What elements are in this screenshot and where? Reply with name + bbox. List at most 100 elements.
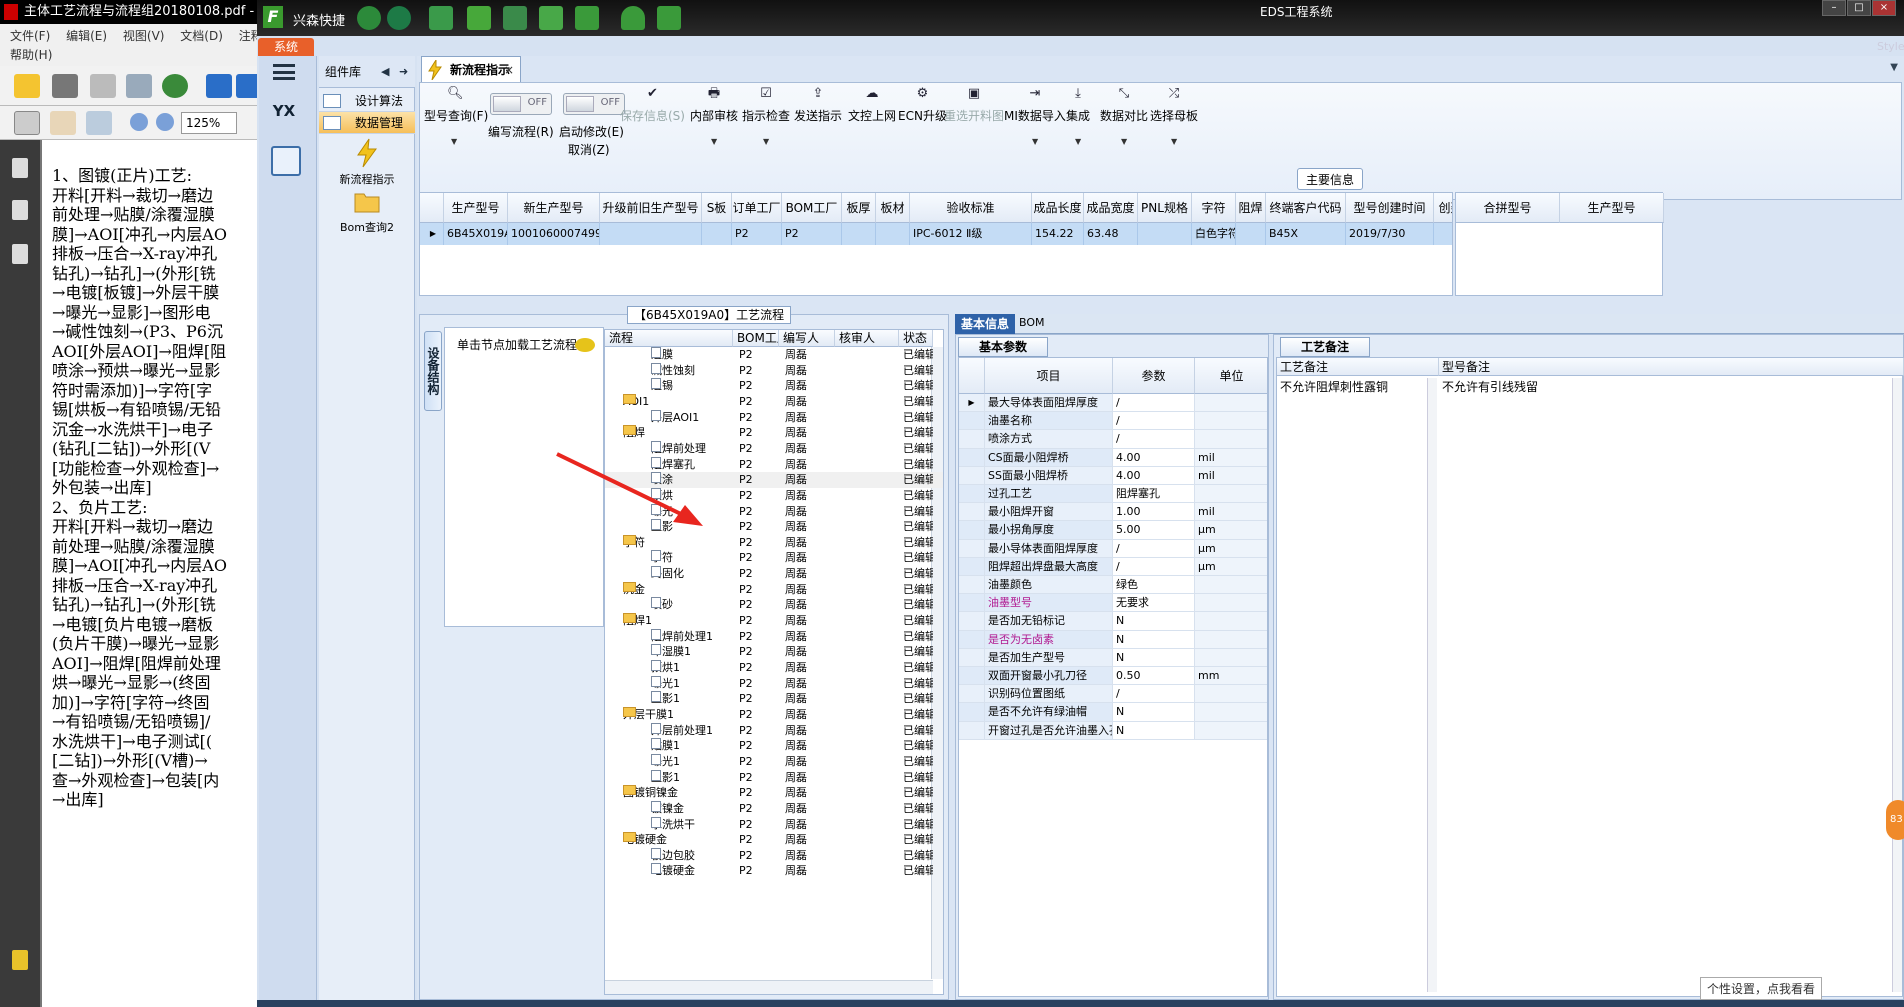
grid-header[interactable]: 字符 bbox=[1192, 193, 1236, 223]
user-icon[interactable] bbox=[621, 6, 645, 30]
grid-header[interactable]: 验收标准 bbox=[910, 193, 1032, 223]
tree-node[interactable]: 显影 P2 周磊 已编辑 bbox=[605, 519, 943, 535]
collapse-left-icon[interactable]: ◀ bbox=[381, 56, 389, 88]
param-row[interactable]: 是否为无卤素 N bbox=[959, 630, 1267, 649]
pdf-zoom-field[interactable]: 125% bbox=[181, 112, 237, 134]
tree-node[interactable]: 印湿膜1 P2 周磊 已编辑 bbox=[605, 644, 943, 660]
param-row[interactable]: 是否加生产型号 N bbox=[959, 648, 1267, 667]
table-icon[interactable] bbox=[429, 6, 453, 30]
grid-header[interactable]: BOM工厂 bbox=[782, 193, 842, 223]
tree-node[interactable]: 曝光1 P2 周磊 已编辑 bbox=[605, 753, 943, 770]
tree-node[interactable]: 贴膜1 P2 周磊 已编辑 bbox=[605, 738, 943, 754]
zoom-out-icon[interactable] bbox=[130, 113, 148, 131]
grid-header[interactable]: 升级前旧生产型号 bbox=[600, 193, 702, 223]
email-icon[interactable] bbox=[126, 74, 152, 98]
grid-cell[interactable]: B45X bbox=[1266, 223, 1346, 245]
tree-node[interactable]: 显影1 P2 周磊 已编辑 bbox=[605, 769, 943, 786]
note-scrollbar[interactable] bbox=[1427, 378, 1437, 992]
param-value[interactable]: N bbox=[1113, 721, 1195, 739]
param-row[interactable]: SS面最小阻焊桥 4.00 mil bbox=[959, 466, 1267, 485]
data-compare-button[interactable]: ⤡ 数据对比 ▼ bbox=[1100, 87, 1148, 147]
personalize-tooltip[interactable]: 个性设置，点我看看 bbox=[1700, 977, 1823, 1000]
tree-node[interactable]: 阻焊塞孔 P2 周磊 已编辑 bbox=[605, 456, 943, 473]
param-value[interactable]: / bbox=[1113, 430, 1195, 448]
tree-node[interactable]: 电镀硬金 P2 周磊 已编辑 bbox=[605, 863, 943, 879]
notification-badge[interactable]: 83 bbox=[1886, 800, 1904, 840]
param-value[interactable]: 4.00 bbox=[1113, 448, 1195, 466]
pages-icon[interactable] bbox=[12, 158, 28, 178]
param-value[interactable]: / bbox=[1113, 394, 1195, 412]
grid-header[interactable]: S板 bbox=[702, 193, 732, 223]
tree-node[interactable]: 预烘 P2 周磊 已编辑 bbox=[605, 487, 943, 504]
tree-header[interactable]: 状态 bbox=[899, 330, 933, 347]
integrate-button[interactable]: ⤓ 集成 ▼ bbox=[1066, 87, 1090, 147]
param-row[interactable]: 双面开窗最小孔刀径 0.50 mm bbox=[959, 667, 1267, 686]
param-value[interactable]: N bbox=[1113, 612, 1195, 630]
param-value[interactable]: / bbox=[1113, 412, 1195, 430]
grid-cell[interactable] bbox=[1138, 223, 1192, 245]
param-value[interactable]: / bbox=[1113, 685, 1195, 703]
param-row[interactable]: CS面最小阻焊桥 4.00 mil bbox=[959, 448, 1267, 467]
grid-cell[interactable]: IPC-6012 Ⅱ级 bbox=[910, 223, 1032, 245]
param-value[interactable]: 无要求 bbox=[1113, 594, 1195, 612]
grid-cell[interactable]: 2019/7/30 bbox=[1346, 223, 1434, 245]
model-query-button[interactable]: 🔍︎ 型号查询(F) ▼ bbox=[424, 87, 488, 147]
param-row[interactable]: 识别码位置图纸 / bbox=[959, 685, 1267, 704]
tree-node[interactable]: 板边包胶 P2 周磊 已编辑 bbox=[605, 847, 943, 864]
instruction-check-button[interactable]: ☑ 指示检查 ▼ bbox=[742, 87, 790, 147]
tree-header[interactable]: 流程 bbox=[605, 330, 733, 347]
grid-cell[interactable] bbox=[702, 223, 732, 245]
library-row-design[interactable]: 设计算法 bbox=[319, 90, 415, 112]
cancel-button[interactable]: 取消(Z) bbox=[568, 141, 610, 158]
param-row[interactable]: 是否不允许有绿油帽 N bbox=[959, 703, 1267, 722]
tree-node[interactable]: −电镀硬金 P2 周磊 已编辑 bbox=[605, 832, 943, 848]
tree-node[interactable]: −字符 P2 周磊 已编辑 bbox=[605, 534, 943, 551]
zoom-in-icon[interactable] bbox=[156, 113, 174, 131]
tree-node[interactable]: 显影1 P2 周磊 已编辑 bbox=[605, 691, 943, 707]
tab-basic-info[interactable]: 基本信息 bbox=[955, 314, 1015, 334]
tree-node[interactable]: −沉金 P2 周磊 已编辑 bbox=[605, 581, 943, 598]
param-row[interactable]: 油墨型号 无要求 bbox=[959, 594, 1267, 613]
tree-node[interactable]: 外层前处理1 P2 周磊 已编辑 bbox=[605, 722, 943, 739]
tab-new-flow[interactable]: 新流程指示 × bbox=[421, 56, 521, 82]
param-value[interactable]: 0.50 bbox=[1113, 667, 1195, 685]
tree-node[interactable]: 阻焊前处理 P2 周磊 已编辑 bbox=[605, 440, 943, 457]
grid-icon[interactable] bbox=[575, 6, 599, 30]
tree-node[interactable]: 预烘1 P2 周磊 已编辑 bbox=[605, 660, 943, 676]
tree-node[interactable]: −图镀铜镍金 P2 周磊 已编辑 bbox=[605, 785, 943, 801]
param-row[interactable]: 是否加无铅标记 N bbox=[959, 612, 1267, 631]
open-folder-icon[interactable] bbox=[14, 74, 40, 98]
horizontal-scrollbar[interactable] bbox=[605, 980, 933, 994]
grid-header[interactable]: 新生产型号 bbox=[508, 193, 600, 223]
tree-node[interactable]: −阻焊 P2 周磊 已编辑 bbox=[605, 425, 943, 441]
tree-header[interactable]: 编写人 bbox=[779, 330, 835, 347]
param-row[interactable]: 最小阻焊开窗 1.00 mil bbox=[959, 503, 1267, 522]
tree-node[interactable]: 外层AOI1 P2 周磊 已编辑 bbox=[605, 409, 943, 426]
grid-cell[interactable]: 6B45X019A0 bbox=[444, 223, 508, 245]
doc-control-upload-button[interactable]: ☁ 文控上网 bbox=[848, 87, 896, 124]
save-icon[interactable] bbox=[90, 74, 116, 98]
library-row-data[interactable]: 数据管理 bbox=[319, 112, 415, 134]
globe-icon[interactable] bbox=[387, 6, 411, 30]
comments-icon[interactable] bbox=[12, 950, 28, 970]
grid-cell[interactable]: P2 bbox=[732, 223, 782, 245]
close-button[interactable]: × bbox=[1872, 0, 1896, 16]
pin-icon[interactable]: ➜ bbox=[399, 56, 408, 88]
attachments-icon[interactable] bbox=[12, 200, 28, 220]
grid-cell[interactable] bbox=[600, 223, 702, 245]
param-header[interactable]: 参数 bbox=[1113, 358, 1195, 394]
tree-node[interactable]: 曝光 P2 周磊 已编辑 bbox=[605, 503, 943, 520]
grid-header[interactable]: 终端客户代码 bbox=[1266, 193, 1346, 223]
internal-review-button[interactable]: 🖶︎ 内部审核 ▼ bbox=[690, 87, 738, 147]
style-menu[interactable]: Style bbox=[1877, 40, 1904, 53]
edit-flow-toggle[interactable]: OFF bbox=[490, 93, 552, 115]
pdf-menu-edit[interactable]: 编辑(E) bbox=[66, 29, 107, 43]
tree-node[interactable]: 喷砂 P2 周磊 已编辑 bbox=[605, 597, 943, 613]
tree-node[interactable]: 退膜 P2 周磊 已编辑 bbox=[605, 347, 943, 363]
pdf-menu-view[interactable]: 视图(V) bbox=[123, 29, 165, 43]
calculator-icon[interactable] bbox=[271, 146, 301, 176]
grid-cell[interactable]: P2 bbox=[782, 223, 842, 245]
grid-header[interactable]: 型号创建时间 bbox=[1346, 193, 1434, 223]
param-row[interactable]: 油墨名称 / bbox=[959, 412, 1267, 431]
grid-cell[interactable] bbox=[842, 223, 876, 245]
